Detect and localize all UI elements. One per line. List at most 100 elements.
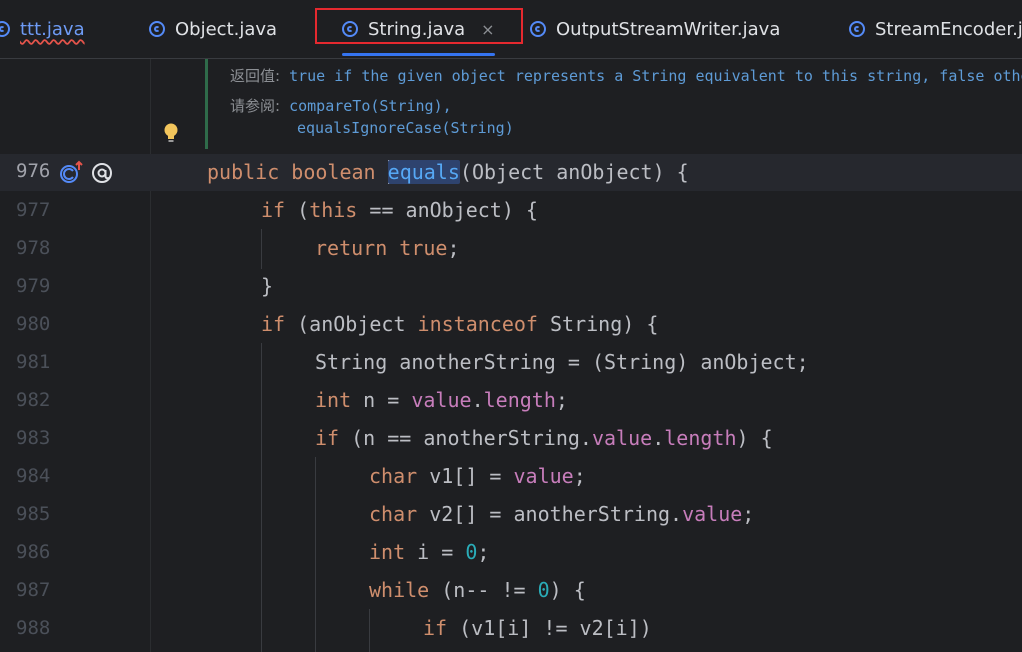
code-line-984[interactable]: char v1[] = value; [369,464,586,488]
number-literal: 0 [537,578,550,602]
highlight-box [315,8,523,44]
active-tab-indicator [342,53,495,56]
code-line-987[interactable]: while (n-- != 0) { [369,578,586,602]
code-line-981[interactable]: String anotherString = (String) anObject… [315,350,809,374]
code-line-980[interactable]: if (anObject instanceof String) { [261,312,658,336]
rendered-javadoc: 返回值: true if the given object represents… [205,59,1022,149]
method-name-highlighted: equals [387,160,460,184]
code-text: (v1[i] != v2[i]) [447,616,652,640]
method-params: (Object anObject) { [459,160,689,184]
tab-ttt-java[interactable]: ttt.java [0,0,85,58]
indent-guide [261,343,262,652]
method-name-first-char: e [387,160,400,184]
field: length [483,388,556,412]
tab-outputstreamwriter-java[interactable]: OutputStreamWriter.java [530,0,780,58]
indent-guide [315,457,316,652]
code-text: . [652,426,665,450]
editor-tab-bar: ttt.java Object.java String.java × Outpu… [0,0,1022,59]
keyword: if [261,312,286,336]
code-text: String anotherString = (String) anObject… [315,350,809,374]
code-text: == anObject) { [357,198,538,222]
keyword: if [423,616,448,640]
code-text: v1[] = [417,464,514,488]
line-number: 984 [16,465,51,487]
doc-returns-text: true if the given object represents a St… [289,67,1022,85]
code-line-983[interactable]: if (n == anotherString.value.length) { [315,426,773,450]
doc-see-label: 请参阅: [230,97,281,115]
code-text: v2[] = anotherString. [417,502,683,526]
code-text: (anObject [285,312,418,336]
class-icon [0,21,10,37]
code-line-977[interactable]: if (this == anObject) { [261,198,538,222]
indent-guide [369,609,370,652]
code-text: n = [351,388,412,412]
annotation-icon[interactable] [92,163,112,183]
code-text: ) { [736,426,773,450]
class-icon [530,21,546,37]
tab-label: StreamEncoder.j [875,18,1022,40]
code-text: ; [742,502,755,526]
code-text: (n-- != [429,578,538,602]
keyword: int [369,540,406,564]
code-text: ) { [549,578,586,602]
code-line-985[interactable]: char v2[] = anotherString.value; [369,502,754,526]
doc-see-compareto[interactable]: compareTo(String), [289,97,452,115]
keyword: char [369,464,418,488]
keyword: public [207,160,280,184]
gutter-icons [60,160,118,186]
code-text: ; [477,540,490,564]
tab-label: ttt.java [20,18,85,40]
code-text: . [471,388,484,412]
field: value [682,502,743,526]
line-number: 987 [16,579,51,601]
line-number: 982 [16,389,51,411]
tab-label: OutputStreamWriter.java [556,18,781,40]
line-number: 980 [16,313,51,335]
line-number: 983 [16,427,51,449]
code-line-982[interactable]: int n = value.length; [315,388,568,412]
code-text: ( [285,198,310,222]
keyword: char [369,502,418,526]
lightbulb-icon[interactable] [163,122,179,144]
code-text: ; [555,388,568,412]
keyword: if [315,426,340,450]
tab-object-java[interactable]: Object.java [149,0,277,58]
keyword: return [315,236,388,260]
keyword: while [369,578,430,602]
code-text: ; [573,464,586,488]
line-number: 988 [16,617,51,639]
code-line-988[interactable]: if (v1[i] != v2[i]) [423,616,652,640]
keyword: int [315,388,352,412]
code-text: (n == anotherString. [339,426,592,450]
tab-streamencoder-java[interactable]: StreamEncoder.j [849,0,1022,58]
code-text: i = [405,540,466,564]
doc-returns-label: 返回值: [230,67,281,85]
keyword: true [399,236,448,260]
field: value [411,388,472,412]
override-icon[interactable] [60,160,83,183]
keyword: if [261,198,286,222]
class-icon [149,21,165,37]
code-line-978[interactable]: return true; [315,236,460,260]
code-line-986[interactable]: int i = 0; [369,540,489,564]
keyword: this [309,198,358,222]
indent-guide [261,229,262,269]
code-line-979[interactable]: } [261,274,273,298]
code-line-976[interactable]: public boolean equals(Object anObject) { [207,160,689,184]
line-number: 977 [16,199,51,221]
field: value [591,426,653,450]
code-text: String) { [537,312,659,336]
code-text: ; [447,236,460,260]
line-number: 979 [16,275,51,297]
method-name-rest: quals [399,160,460,184]
line-number: 981 [16,351,51,373]
field: value [513,464,574,488]
number-literal: 0 [465,540,478,564]
keyword: boolean [291,160,376,184]
doc-see-equalsignorecase[interactable]: equalsIgnoreCase(String) [297,119,514,137]
line-number: 978 [16,237,51,259]
line-number: 986 [16,541,51,563]
code-text: } [261,274,274,298]
line-number: 985 [16,503,51,525]
